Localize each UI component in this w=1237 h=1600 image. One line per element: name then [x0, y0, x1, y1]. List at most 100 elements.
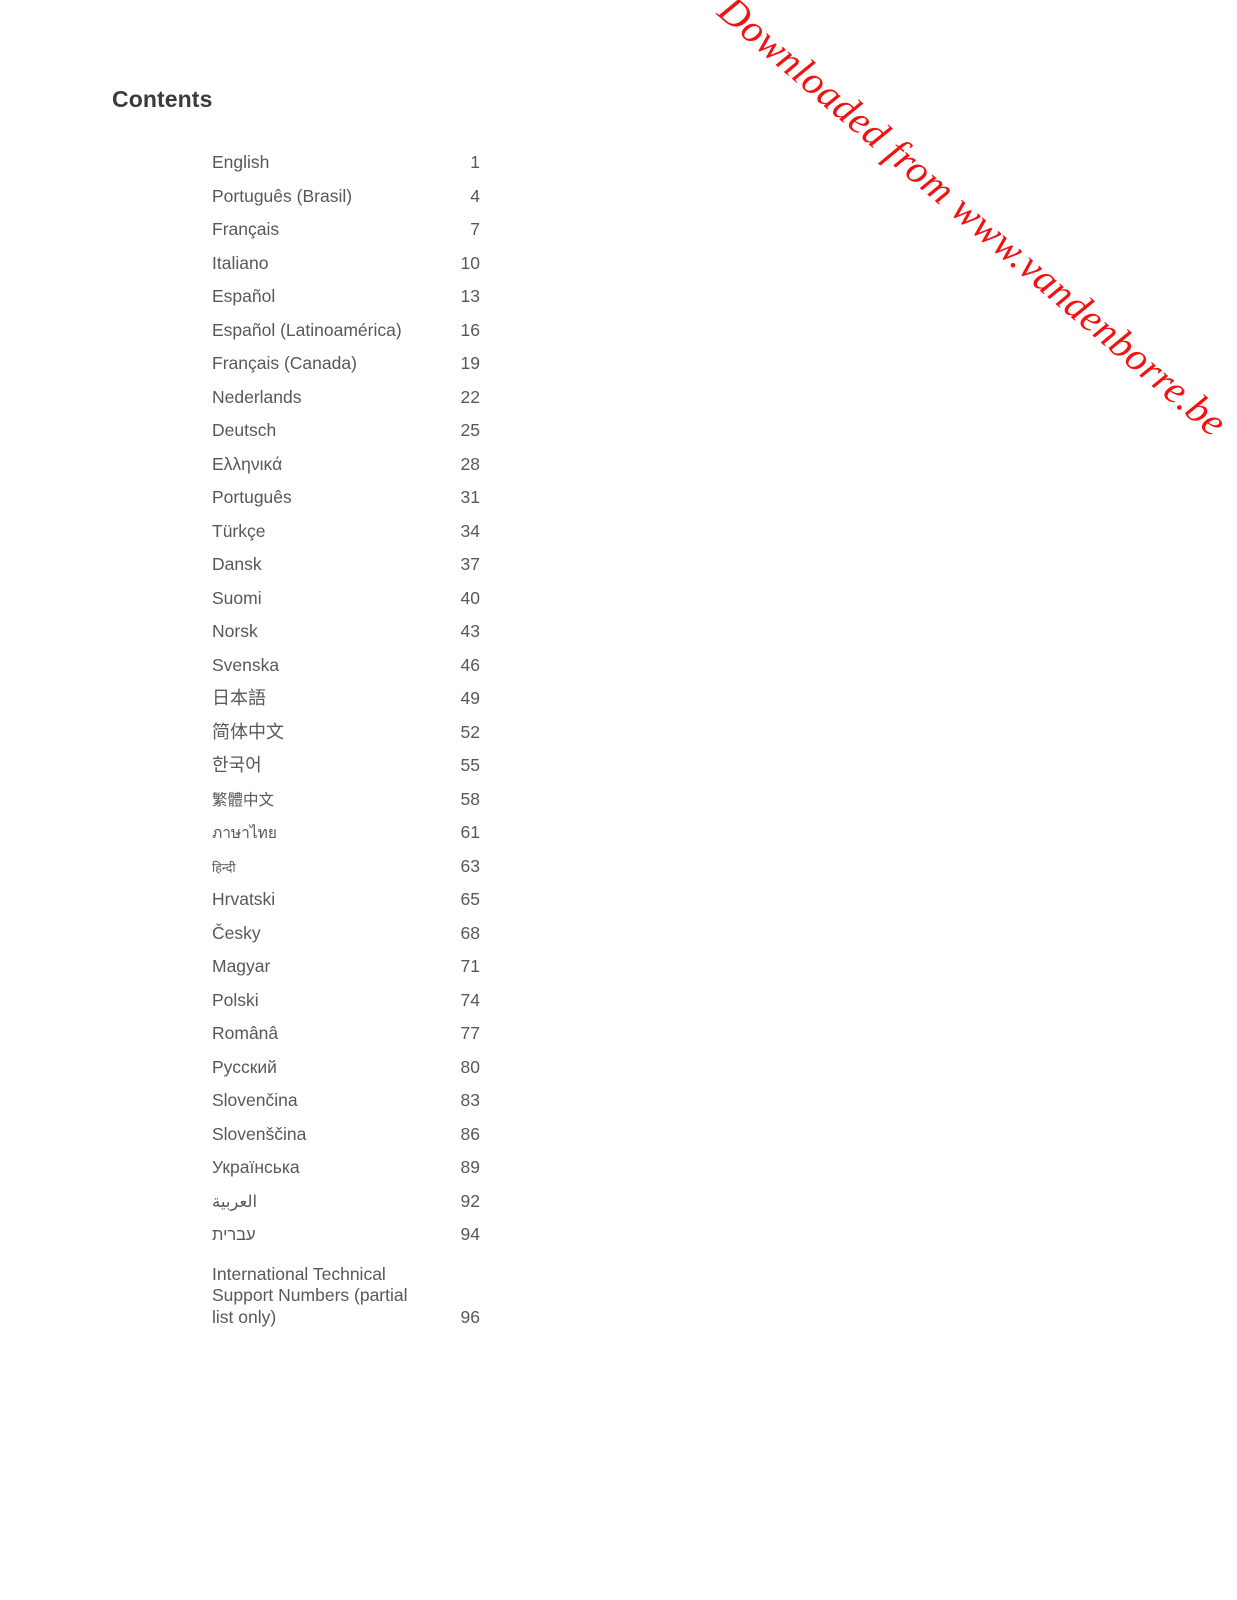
toc-entry[interactable]: Slovenčina 83 [212, 1084, 632, 1118]
toc-entry-label: हिन्दी [212, 860, 236, 875]
toc-entry-label: Ελληνικά [212, 453, 283, 474]
toc-entry[interactable]: Italiano 10 [212, 247, 632, 281]
toc-entry-label: Deutsch [212, 420, 277, 440]
toc-entry[interactable]: 日本語 49 [212, 682, 632, 716]
toc-entry[interactable]: Nederlands 22 [212, 381, 632, 415]
toc-entry[interactable]: Português (Brasil) 4 [212, 180, 632, 214]
toc-entry-label: Italiano [212, 252, 269, 273]
toc-entry-page-number: 80 [460, 1056, 480, 1077]
toc-entry[interactable]: International Technical Support Numbers … [212, 1264, 632, 1329]
toc-entry-page-number: 55 [460, 755, 480, 775]
toc-entry-label: العربية [212, 1192, 258, 1211]
toc-entry-label: Українська [212, 1157, 300, 1177]
toc-entry-label: Românâ [212, 1023, 279, 1043]
toc-entry[interactable]: Español 13 [212, 280, 632, 314]
toc-entry-label: English [212, 152, 270, 172]
toc-entry[interactable]: Ελληνικά 28 [212, 448, 632, 482]
toc-entry-page-number: 28 [460, 453, 480, 474]
toc-entry-page-number: 65 [460, 889, 480, 909]
toc-entry-label: Français [212, 219, 280, 239]
toc-entry-label: Nederlands [212, 386, 302, 407]
toc-entry[interactable]: Svenska 46 [212, 649, 632, 683]
toc-entry-page-number: 71 [460, 956, 480, 976]
toc-entry-page-number: 22 [460, 386, 480, 407]
toc-entry-page-number: 34 [460, 520, 480, 541]
toc-entry[interactable]: Français 7 [212, 213, 632, 247]
toc-entry[interactable]: Românâ 77 [212, 1017, 632, 1051]
toc-entry[interactable]: Українська 89 [212, 1151, 632, 1185]
toc-entry-label: Slovenščina [212, 1123, 307, 1144]
toc-entry-page-number: 1 [470, 152, 480, 172]
toc-entry-label: 日本語 [212, 688, 266, 708]
toc-entry-page-number: 4 [470, 185, 480, 206]
toc-entry[interactable]: 한국어 55 [212, 749, 632, 783]
toc-entry[interactable]: עברית 94 [212, 1218, 632, 1252]
toc-entry-page-number: 19 [460, 353, 480, 373]
toc-entry[interactable]: Slovenščina 86 [212, 1118, 632, 1152]
toc-entry[interactable]: Português 31 [212, 481, 632, 515]
toc-entry[interactable]: Français (Canada) 19 [212, 347, 632, 381]
toc-entry-page-number: 46 [460, 654, 480, 675]
toc-entry-label: Polski [212, 989, 259, 1010]
toc-entry-label: 简体中文 [212, 721, 284, 742]
toc-entry[interactable]: 简体中文 52 [212, 716, 632, 750]
toc-entry-label: Magyar [212, 956, 271, 976]
toc-entry[interactable]: हिन्दी 63 [212, 850, 632, 884]
toc-entry-label: Türkçe [212, 520, 266, 541]
toc-entry-page-number: 86 [460, 1123, 480, 1144]
toc-entry[interactable]: English 1 [212, 146, 632, 180]
toc-entry[interactable]: Polski 74 [212, 984, 632, 1018]
toc-entry-label: עברית [212, 1226, 256, 1244]
toc-entry[interactable]: Magyar 71 [212, 950, 632, 984]
toc-entry-page-number: 89 [460, 1157, 480, 1177]
toc-entry-page-number: 37 [460, 554, 480, 574]
toc-entry-label: 繁體中文 [212, 791, 275, 809]
document-page: Contents English 1 Português (Brasil) 4 Fran… [0, 0, 1237, 1600]
toc-entry-label: Dansk [212, 554, 262, 574]
table-of-contents: English 1 Português (Brasil) 4 Français 7 Ital… [212, 146, 632, 1328]
toc-entry-label: Česky [212, 922, 261, 943]
toc-entry-page-number: 49 [460, 688, 480, 708]
watermark-text: Downloaded from www.vandenborre.be [710, 0, 1237, 446]
toc-entry[interactable]: Türkçe 34 [212, 515, 632, 549]
toc-entry[interactable]: 繁體中文 58 [212, 783, 632, 817]
toc-entry-page-number: 43 [460, 621, 480, 641]
toc-entry[interactable]: Hrvatski 65 [212, 883, 632, 917]
toc-entry-page-number: 74 [460, 989, 480, 1010]
toc-entry[interactable]: Русский 80 [212, 1051, 632, 1085]
toc-entry-page-number: 25 [460, 420, 480, 440]
toc-entry[interactable]: Suomi 40 [212, 582, 632, 616]
toc-entry[interactable]: Deutsch 25 [212, 414, 632, 448]
toc-entry[interactable]: العربية 92 [212, 1185, 632, 1219]
toc-entry-page-number: 58 [460, 788, 480, 809]
toc-entry-page-number: 16 [460, 319, 480, 340]
toc-entry-label: Русский [212, 1056, 277, 1077]
toc-entry-page-number: 10 [460, 252, 480, 273]
toc-entry-page-number: 13 [460, 286, 480, 306]
toc-entry-label: Français (Canada) [212, 353, 357, 373]
toc-entry-page-number: 96 [460, 1306, 480, 1327]
toc-entry-page-number: 61 [460, 822, 480, 842]
toc-entry-label: Suomi [212, 587, 262, 608]
toc-entry-page-number: 7 [470, 219, 480, 239]
toc-entry[interactable]: Norsk 43 [212, 615, 632, 649]
toc-entry-label: Svenska [212, 654, 280, 675]
toc-entry[interactable]: ภาษาไทย 61 [212, 816, 632, 850]
toc-entry-label: Slovenčina [212, 1090, 298, 1110]
toc-entry-label: Português [212, 487, 292, 507]
toc-entry-page-number: 40 [460, 587, 480, 608]
toc-entry-label: Norsk [212, 621, 258, 641]
toc-entry-label: Português (Brasil) [212, 185, 353, 206]
toc-entry[interactable]: Español (Latinoamérica) 16 [212, 314, 632, 348]
toc-entry-label: International Technical Support Numbers … [212, 1263, 408, 1327]
toc-entry-page-number: 83 [460, 1090, 480, 1110]
toc-entry-page-number: 52 [460, 721, 480, 742]
toc-entry-page-number: 31 [460, 487, 480, 507]
toc-entry-label: ภาษาไทย [212, 825, 277, 842]
toc-entry-label: Español (Latinoamérica) [212, 319, 402, 340]
toc-entry-page-number: 92 [460, 1190, 480, 1211]
toc-entry-page-number: 94 [460, 1224, 480, 1244]
toc-entry-label: Hrvatski [212, 889, 276, 909]
toc-entry[interactable]: Česky 68 [212, 917, 632, 951]
toc-entry[interactable]: Dansk 37 [212, 548, 632, 582]
